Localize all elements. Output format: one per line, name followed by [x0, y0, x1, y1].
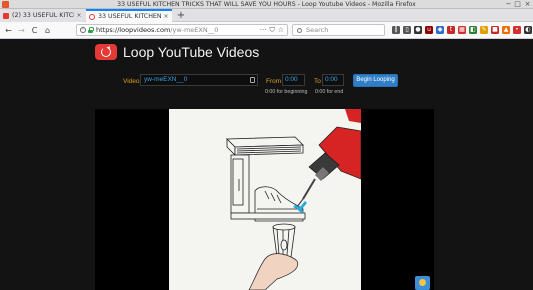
- video-label: Video:: [123, 78, 142, 85]
- forward-button[interactable]: →: [16, 25, 27, 36]
- video-player[interactable]: [95, 109, 434, 290]
- video-frame[interactable]: [169, 109, 361, 290]
- ext-ublock-icon[interactable]: u: [425, 26, 433, 34]
- page-actions-icon[interactable]: ···: [260, 26, 267, 35]
- from-hint: 0:00 for beginning: [265, 89, 308, 95]
- search-icon: [297, 27, 302, 33]
- navigation-bar: ← → C ⌂ i https://loopvideos.com/yw-meEX…: [0, 22, 533, 39]
- site-title[interactable]: Loop YouTube Videos: [123, 44, 259, 60]
- back-button[interactable]: ←: [3, 25, 14, 36]
- ext-grid-icon[interactable]: ▦: [458, 26, 466, 34]
- youtube-favicon-icon: [3, 12, 9, 19]
- video-illustration: [226, 109, 361, 290]
- ext-lastpass-icon[interactable]: •: [513, 26, 521, 34]
- info-icon[interactable]: i: [80, 27, 86, 33]
- to-hint: 0:00 for end: [315, 89, 344, 95]
- to-time-input[interactable]: 0:00: [322, 74, 344, 86]
- clipboard-icon[interactable]: [250, 77, 255, 83]
- window-titlebar: 33 USEFUL KITCHEN TRICKS THAT WILL SAVE …: [0, 0, 533, 9]
- ext-orange-icon[interactable]: ▲: [502, 26, 510, 34]
- search-input[interactable]: Search: [292, 24, 385, 36]
- window-title: 33 USEFUL KITCHEN TRICKS THAT WILL SAVE …: [117, 1, 416, 8]
- maximize-button[interactable]: □: [514, 1, 521, 8]
- page-content: Loop YouTube Videos Video: yw-meEXN__0 F…: [0, 39, 533, 290]
- sidebar-icon[interactable]: ▯: [403, 26, 411, 34]
- url-bar[interactable]: i https://loopvideos.com/yw-meEXN__0 ···…: [76, 24, 288, 36]
- reload-button[interactable]: C: [29, 25, 40, 36]
- bookmark-star-icon[interactable]: ☆: [278, 26, 284, 35]
- ext-tag-icon[interactable]: t: [447, 26, 455, 34]
- new-tab-button[interactable]: +: [175, 9, 187, 22]
- close-window-button[interactable]: ×: [524, 1, 531, 8]
- home-button[interactable]: ⌂: [42, 25, 53, 36]
- url-actions: ··· ⛉ ☆: [260, 26, 284, 35]
- url-path: /yw-meEXN__0: [170, 26, 219, 34]
- search-placeholder: Search: [306, 26, 329, 34]
- lock-icon[interactable]: [88, 27, 94, 33]
- tab-label: 33 USEFUL KITCHEN TR: [98, 13, 161, 20]
- tab-youtube[interactable]: (2) 33 USEFUL KITCHEN ×: [0, 9, 85, 22]
- tab-label: (2) 33 USEFUL KITCHEN: [12, 12, 74, 19]
- ext-pen-icon[interactable]: ✎: [480, 26, 488, 34]
- from-time-input[interactable]: 0:00: [282, 74, 305, 86]
- tab-close-icon[interactable]: ×: [163, 13, 169, 20]
- video-id-input[interactable]: yw-meEXN__0: [140, 74, 258, 86]
- ext-blue-icon[interactable]: ◆: [436, 26, 444, 34]
- tab-close-icon[interactable]: ×: [76, 12, 82, 19]
- video-id-value: yw-meEXN__0: [144, 76, 188, 83]
- library-icon[interactable]: ‖: [392, 26, 400, 34]
- toolbar-icons: ‖▯●u◆t▦◧✎■▲•◐↻≡: [392, 26, 533, 35]
- ext-square-icon[interactable]: ■: [491, 26, 499, 34]
- channel-badge-icon[interactable]: [415, 276, 430, 290]
- url-host: https://loopvideos.com: [96, 26, 171, 34]
- begin-looping-button[interactable]: Begin Looping: [353, 74, 398, 87]
- loopvideos-favicon-icon: [89, 13, 95, 20]
- from-label: From: [266, 78, 282, 85]
- loop-logo-icon[interactable]: [95, 44, 117, 60]
- ext-green-icon[interactable]: ◧: [469, 26, 477, 34]
- minimize-button[interactable]: −: [505, 1, 512, 8]
- pocket-icon[interactable]: ⛉: [269, 26, 274, 35]
- ext-dark-icon[interactable]: ●: [414, 26, 422, 34]
- tab-strip: (2) 33 USEFUL KITCHEN × 33 USEFUL KITCHE…: [0, 9, 533, 22]
- ext-vpn-icon[interactable]: ◐: [524, 26, 532, 34]
- tab-loopvideos[interactable]: 33 USEFUL KITCHEN TR ×: [86, 9, 172, 22]
- to-label: To: [314, 78, 321, 85]
